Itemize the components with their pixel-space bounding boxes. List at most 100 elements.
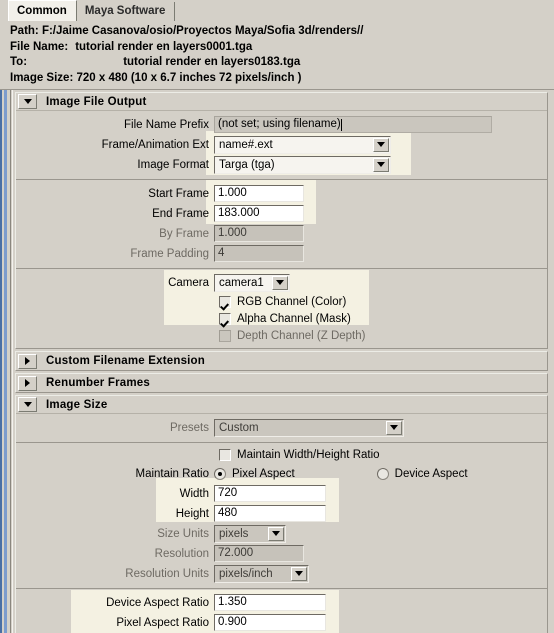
- by-frame-input[interactable]: 1.000: [214, 225, 304, 242]
- row-image-format: Image Format Targa (tga): [16, 155, 547, 174]
- frame-padding-input[interactable]: 4: [214, 245, 304, 262]
- device-aspect-radio[interactable]: [376, 467, 389, 480]
- section-custom-filename-extension-title: Custom Filename Extension: [46, 355, 206, 367]
- render-info-block: Path: F:/Jaime Casanova/osio/Proyectos M…: [0, 21, 554, 88]
- expand-toggle-custom-filename-extension[interactable]: [18, 353, 37, 369]
- pixel-aspect-radio[interactable]: [214, 467, 226, 480]
- presets-label: Presets: [170, 421, 209, 434]
- row-alpha-channel[interactable]: Alpha Channel (Mask): [16, 310, 547, 327]
- height-input[interactable]: 480: [214, 505, 326, 522]
- start-frame-input[interactable]: 1.000: [214, 185, 304, 202]
- chevron-right-icon: [25, 379, 30, 387]
- device-aspect-ratio-value: 1.350: [218, 596, 247, 608]
- frame-animation-ext-dropdown[interactable]: name#.ext: [214, 135, 391, 154]
- info-imagesize-label: Image Size:: [10, 71, 74, 84]
- group-camera-channels: Camera camera1 RGB Channel (Color) Alpha…: [16, 268, 547, 348]
- size-units-dropdown[interactable]: pixels: [214, 524, 286, 543]
- device-aspect-ratio-label: Device Aspect Ratio: [106, 596, 209, 609]
- image-format-label: Image Format: [137, 158, 209, 171]
- section-image-file-output: Image File Output File Name Prefix (not …: [15, 92, 548, 349]
- row-maintain-ratio: Maintain Ratio Pixel Aspect Device Aspec…: [16, 464, 547, 483]
- section-image-file-output-title: Image File Output: [46, 95, 147, 108]
- end-frame-value: 183.000: [218, 207, 260, 219]
- width-label: Width: [179, 487, 209, 500]
- camera-dropdown[interactable]: camera1: [214, 273, 290, 292]
- device-aspect-ratio-input[interactable]: 1.350: [214, 594, 326, 611]
- tab-common[interactable]: Common: [8, 0, 77, 21]
- tab-common-label: Common: [17, 5, 67, 17]
- alpha-channel-label: Alpha Channel (Mask): [237, 312, 351, 325]
- section-image-size-title: Image Size: [46, 398, 108, 411]
- maintain-width-height-ratio-checkbox[interactable]: [219, 448, 231, 461]
- chevron-down-icon[interactable]: [386, 420, 402, 435]
- tab-bar: Common Maya Software: [0, 0, 554, 21]
- row-maintain-wh-ratio[interactable]: Maintain Width/Height Ratio: [16, 446, 547, 463]
- row-file-name-prefix: File Name Prefix (not set; using filenam…: [16, 115, 547, 134]
- rgb-channel-label: RGB Channel (Color): [237, 295, 347, 308]
- expand-toggle-renumber-frames[interactable]: [18, 375, 37, 391]
- by-frame-value: 1.000: [218, 227, 247, 239]
- image-format-dropdown[interactable]: Targa (tga): [214, 155, 391, 174]
- size-units-label: Size Units: [157, 527, 209, 540]
- row-camera: Camera camera1: [16, 273, 547, 292]
- depth-channel-checkbox[interactable]: [219, 329, 231, 342]
- section-image-size: Image Size Presets Custom Maintain Width…: [15, 395, 548, 633]
- pixel-aspect-ratio-label: Pixel Aspect Ratio: [116, 616, 209, 629]
- width-input[interactable]: 720: [214, 485, 326, 502]
- image-size-presets-body: Presets Custom: [16, 414, 547, 442]
- info-filename-row: File Name: tutorial render en layers0001…: [10, 40, 554, 56]
- resolution-units-value: pixels/inch: [219, 567, 273, 580]
- chevron-down-icon[interactable]: [268, 526, 284, 541]
- row-rgb-channel[interactable]: RGB Channel (Color): [16, 293, 547, 310]
- tab-maya-software-label: Maya Software: [84, 5, 166, 17]
- collapse-toggle-image-size[interactable]: [18, 397, 37, 412]
- height-label: Height: [175, 507, 209, 520]
- end-frame-input[interactable]: 183.000: [214, 205, 304, 222]
- scrollbar-track[interactable]: [0, 90, 11, 633]
- camera-label: Camera: [168, 276, 209, 289]
- frame-animation-ext-value: name#.ext: [219, 138, 273, 151]
- info-to-value: tutorial render en layers0183.tga: [123, 56, 301, 68]
- maintain-ratio-label: Maintain Ratio: [135, 467, 209, 480]
- info-to-row: To: tutorial render en layers0183.tga: [10, 55, 554, 71]
- group-image-dimensions: Maintain Width/Height Ratio Maintain Rat…: [16, 442, 547, 588]
- chevron-down-icon[interactable]: [291, 566, 307, 581]
- section-image-file-output-header[interactable]: Image File Output: [16, 93, 547, 111]
- resolution-units-label: Resolution Units: [125, 567, 209, 580]
- presets-value: Custom: [219, 421, 259, 434]
- alpha-channel-checkbox[interactable]: [219, 312, 231, 325]
- chevron-down-icon[interactable]: [373, 137, 389, 152]
- collapse-toggle-image-file-output[interactable]: [18, 94, 37, 109]
- frame-padding-value: 4: [218, 247, 225, 259]
- row-depth-channel[interactable]: Depth Channel (Z Depth): [16, 327, 547, 344]
- chevron-down-icon[interactable]: [373, 157, 389, 172]
- start-frame-label: Start Frame: [148, 187, 209, 200]
- file-name-prefix-input[interactable]: (not set; using filename): [214, 116, 492, 133]
- group-aspect-ratios: Device Aspect Ratio 1.350 Pixel Aspect R…: [16, 588, 547, 633]
- resolution-input[interactable]: 72.000: [214, 545, 304, 562]
- row-device-aspect-ratio: Device Aspect Ratio 1.350: [16, 593, 547, 612]
- size-units-value: pixels: [219, 527, 249, 540]
- chevron-right-icon: [25, 357, 30, 365]
- text-caret: [340, 118, 342, 131]
- presets-dropdown[interactable]: Custom: [214, 418, 404, 437]
- height-value: 480: [218, 507, 238, 519]
- section-custom-filename-extension-header[interactable]: Custom Filename Extension: [16, 352, 547, 370]
- rgb-channel-checkbox[interactable]: [219, 295, 231, 308]
- group-frame-range: Start Frame 1.000 End Frame 183.000 By F…: [16, 179, 547, 268]
- settings-content: Image File Output File Name Prefix (not …: [12, 90, 552, 633]
- file-name-prefix-label: File Name Prefix: [124, 118, 209, 131]
- info-path-row: Path: F:/Jaime Casanova/osio/Proyectos M…: [10, 24, 554, 40]
- tab-maya-software[interactable]: Maya Software: [76, 2, 176, 21]
- section-image-size-header[interactable]: Image Size: [16, 396, 547, 414]
- chevron-down-icon[interactable]: [272, 275, 288, 290]
- pixel-aspect-ratio-value: 0.900: [218, 616, 247, 628]
- row-resolution-units: Resolution Units pixels/inch: [16, 564, 547, 583]
- resolution-units-dropdown[interactable]: pixels/inch: [214, 564, 309, 583]
- end-frame-label: End Frame: [152, 207, 209, 220]
- image-file-output-body: File Name Prefix (not set; using filenam…: [16, 111, 547, 179]
- info-imagesize-value: 720 x 480 (10 x 6.7 inches 72 pixels/inc…: [76, 71, 302, 84]
- pixel-aspect-ratio-input[interactable]: 0.900: [214, 614, 326, 631]
- start-frame-value: 1.000: [218, 187, 247, 199]
- section-renumber-frames-header[interactable]: Renumber Frames: [16, 374, 547, 392]
